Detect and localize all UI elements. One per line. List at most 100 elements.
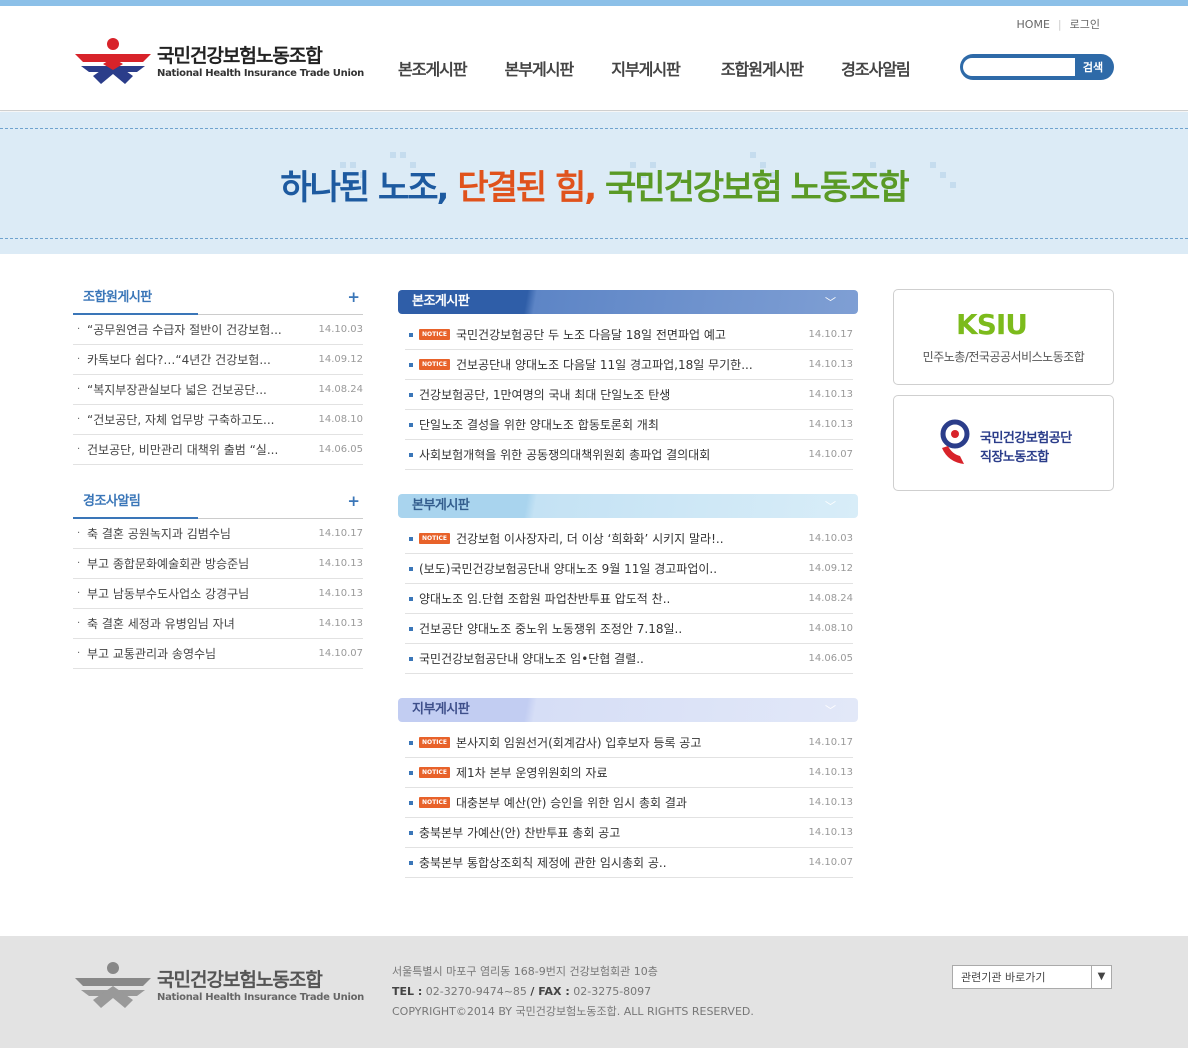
division-board-header[interactable]: 본부게시판 ﹀ [398, 494, 858, 518]
footer-logo-title: 국민건강보험노동조합 [157, 969, 323, 991]
table-row[interactable]: (보도)국민건강보험공단내 양대노조 9월 11일 경고파업이.. 14.09.1… [405, 554, 853, 584]
workplace-union-banner[interactable]: 국민건강보험공단 직장노동조합 [893, 395, 1114, 491]
headquarters-board-title: 본조게시판 [412, 294, 470, 309]
post-title[interactable]: 본사지회 임원선거(회계감사) 입후보자 등록 공고 [456, 734, 803, 751]
branch-board-header[interactable]: 지부게시판 ﹀ [398, 698, 858, 722]
member-board-more-button[interactable]: + [347, 288, 360, 306]
chevron-down-icon[interactable]: ﹀ [825, 702, 836, 718]
footer-copyright: COPYRIGHT©2014 BY 국민건강보험노동조합. ALL RIGHTS… [392, 1005, 754, 1018]
post-date: 14.10.13 [808, 827, 853, 838]
site-logo[interactable]: 국민건강보험노동조합 National Health Insurance Tra… [73, 36, 364, 86]
table-row[interactable]: NOTICE 제1차 본부 운영위원회의 자료 14.10.13 [405, 758, 853, 788]
post-date: 14.10.07 [808, 449, 853, 460]
list-item[interactable]: · 축 결혼 공원녹지과 김범수님 14.10.17 [73, 519, 363, 549]
chevron-down-icon[interactable]: ﹀ [825, 294, 836, 310]
post-title[interactable]: 국민건강보험공단 두 노조 다음달 18일 전면파업 예고 [456, 326, 803, 343]
list-item-title[interactable]: 축 결혼 세정과 유병임님 자녀 [87, 615, 317, 632]
list-item-title[interactable]: 부고 종합문화예술회관 방승준님 [87, 555, 317, 572]
list-item[interactable]: · 부고 종합문화예술회관 방승준님 14.10.13 [73, 549, 363, 579]
chevron-down-icon[interactable]: ▼ [1091, 966, 1111, 988]
branch-board: 지부게시판 ﹀ NOTICE 본사지회 임원선거(회계감사) 입후보자 등록 공고… [398, 698, 858, 878]
member-board-title[interactable]: 조합원게시판 [73, 288, 198, 315]
separator: | [1057, 17, 1062, 31]
slogan-part-3: 국민건강보험 노동조합 [605, 168, 910, 208]
footer-logo-subtitle: National Health Insurance Trade Union [157, 992, 364, 1003]
list-item[interactable]: · “공무원연금 수급자 절반이 건강보험... 14.10.03 [73, 315, 363, 345]
headquarters-board-header[interactable]: 본조게시판 ﹀ [398, 290, 858, 314]
list-item[interactable]: · “복지부장관실보다 넓은 건보공단... 14.08.24 [73, 375, 363, 405]
search-input[interactable] [963, 58, 1075, 76]
list-item-title[interactable]: “복지부장관실보다 넓은 건보공단... [87, 381, 317, 398]
post-title[interactable]: (보도)국민건강보험공단내 양대노조 9월 11일 경고파업이.. [419, 560, 803, 577]
events-board-title[interactable]: 경조사알림 [73, 492, 198, 519]
left-column: 조합원게시판 + · “공무원연금 수급자 절반이 건강보험... 14.10.03… [73, 288, 363, 696]
table-row[interactable]: 사회보험개혁을 위한 공동쟁의대책위원회 총파업 결의대회 14.10.07 [405, 440, 853, 470]
nav-item-division-board[interactable]: 본부게시판 [505, 56, 575, 80]
ksiu-logo: KSIU [956, 308, 1028, 341]
post-title[interactable]: 건강보험공단, 1만여명의 국내 최대 단일노조 탄생 [419, 386, 803, 403]
post-title[interactable]: 충북본부 가예산(안) 찬반투표 총회 공고 [419, 824, 803, 841]
nav-item-branch-board[interactable]: 지부게시판 [611, 56, 681, 80]
list-item-title[interactable]: “공무원연금 수급자 절반이 건강보험... [87, 321, 317, 338]
post-title[interactable]: 건강보험 이사장자리, 더 이상 ‘희화화’ 시키지 말라!.. [456, 530, 803, 547]
post-title[interactable]: 충북본부 통합상조회칙 제정에 관한 임시총회 공.. [419, 854, 803, 871]
notice-badge: NOTICE [419, 797, 450, 808]
table-row[interactable]: 양대노조 임.단협 조합원 파업찬반투표 압도적 찬.. 14.08.24 [405, 584, 853, 614]
list-item[interactable]: · “건보공단, 자체 업무방 구축하고도... 14.08.10 [73, 405, 363, 435]
union-name-line-2: 직장노동조합 [980, 450, 1049, 465]
banner-slogan: 하나된 노조, 단결된 힘, 국민건강보험 노동조합 [0, 160, 1188, 209]
post-title[interactable]: 국민건강보험공단내 양대노조 임•단협 결렬.. [419, 650, 803, 667]
bullet-icon: · [77, 588, 81, 599]
nav-item-events[interactable]: 경조사알림 [841, 56, 911, 80]
table-row[interactable]: NOTICE 건강보험 이사장자리, 더 이상 ‘희화화’ 시키지 말라!.. 14… [405, 524, 853, 554]
post-title[interactable]: 단일노조 결성을 위한 양대노조 합동토론회 개최 [419, 416, 803, 433]
list-item-title[interactable]: 카톡보다 쉽다?…“4년간 건강보험... [87, 351, 317, 368]
related-sites-select[interactable]: 관련기관 바로가기 ▼ [952, 965, 1112, 989]
list-item[interactable]: · 축 결혼 세정과 유병임님 자녀 14.10.13 [73, 609, 363, 639]
nav-item-member-board[interactable]: 조합원게시판 [721, 56, 804, 80]
utility-links: HOME | 로그인 [1017, 16, 1100, 32]
list-item[interactable]: · 카톡보다 쉽다?…“4년간 건강보험... 14.09.12 [73, 345, 363, 375]
post-date: 14.10.13 [808, 797, 853, 808]
search-button[interactable]: 검색 [1075, 59, 1111, 75]
ksiu-caption: 민주노총/전국공공서비스노동조합 [922, 350, 1085, 364]
post-title[interactable]: 대충본부 예산(안) 승인을 위한 임시 총회 결과 [456, 794, 803, 811]
ksiu-banner[interactable]: KSIU 민주노총/전국공공서비스노동조합 [893, 289, 1114, 385]
list-item-title[interactable]: 건보공단, 비만관리 대책위 출범 “실... [87, 441, 317, 458]
table-row[interactable]: 국민건강보험공단내 양대노조 임•단협 결렬.. 14.06.05 [405, 644, 853, 674]
table-row[interactable]: 충북본부 통합상조회칙 제정에 관한 임시총회 공.. 14.10.07 [405, 848, 853, 878]
post-title[interactable]: 사회보험개혁을 위한 공동쟁의대책위원회 총파업 결의대회 [419, 446, 803, 463]
table-row[interactable]: NOTICE 건보공단내 양대노조 다음달 11일 경고파업,18일 무기한...… [405, 350, 853, 380]
table-row[interactable]: NOTICE 국민건강보험공단 두 노조 다음달 18일 전면파업 예고 14.10… [405, 320, 853, 350]
nav-item-headquarters-board[interactable]: 본조게시판 [398, 56, 468, 80]
post-title[interactable]: 제1차 본부 운영위원회의 자료 [456, 764, 803, 781]
table-row[interactable]: NOTICE 본사지회 임원선거(회계감사) 입후보자 등록 공고 14.10.17 [405, 728, 853, 758]
list-item[interactable]: · 부고 교통관리과 송영수님 14.10.07 [73, 639, 363, 669]
events-board-more-button[interactable]: + [347, 492, 360, 510]
table-row[interactable]: 건보공단 양대노조 중노위 노동쟁위 조정안 7.18일.. 14.08.10 [405, 614, 853, 644]
post-title[interactable]: 건보공단 양대노조 중노위 노동쟁위 조정안 7.18일.. [419, 620, 803, 637]
list-item-title[interactable]: 부고 교통관리과 송영수님 [87, 645, 317, 662]
member-board-header: 조합원게시판 + [73, 288, 363, 315]
list-item-title[interactable]: 부고 남동부수도사업소 강경구님 [87, 585, 317, 602]
chevron-down-icon[interactable]: ﹀ [825, 498, 836, 514]
table-row[interactable]: NOTICE 대충본부 예산(안) 승인을 위한 임시 총회 결과 14.10.1… [405, 788, 853, 818]
headquarters-board: 본조게시판 ﹀ NOTICE 국민건강보험공단 두 노조 다음달 18일 전면파업… [398, 290, 858, 470]
bullet-icon: · [77, 528, 81, 539]
main-banner: 하나된 노조, 단결된 힘, 국민건강보험 노동조합 [0, 112, 1188, 254]
bullet-icon: · [77, 558, 81, 569]
list-item[interactable]: · 건보공단, 비만관리 대책위 출범 “실... 14.06.05 [73, 435, 363, 465]
table-row[interactable]: 충북본부 가예산(안) 찬반투표 총회 공고 14.10.13 [405, 818, 853, 848]
list-item-title[interactable]: 축 결혼 공원녹지과 김범수님 [87, 525, 317, 542]
bullet-icon: · [77, 354, 81, 365]
banner-bottom-dash [0, 238, 1188, 239]
login-link[interactable]: 로그인 [1070, 16, 1100, 32]
table-row[interactable]: 단일노조 결성을 위한 양대노조 합동토론회 개최 14.10.13 [405, 410, 853, 440]
post-title[interactable]: 건보공단내 양대노조 다음달 11일 경고파업,18일 무기한... [456, 356, 803, 373]
list-item[interactable]: · 부고 남동부수도사업소 강경구님 14.10.13 [73, 579, 363, 609]
footer-info: 서울특별시 마포구 염리동 168-9번지 건강보험회관 10층 TEL : 0… [392, 962, 754, 1022]
post-title[interactable]: 양대노조 임.단협 조합원 파업찬반투표 압도적 찬.. [419, 590, 803, 607]
list-item-title[interactable]: “건보공단, 자체 업무방 구축하고도... [87, 411, 317, 428]
home-link[interactable]: HOME [1017, 18, 1050, 31]
table-row[interactable]: 건강보험공단, 1만여명의 국내 최대 단일노조 탄생 14.10.13 [405, 380, 853, 410]
